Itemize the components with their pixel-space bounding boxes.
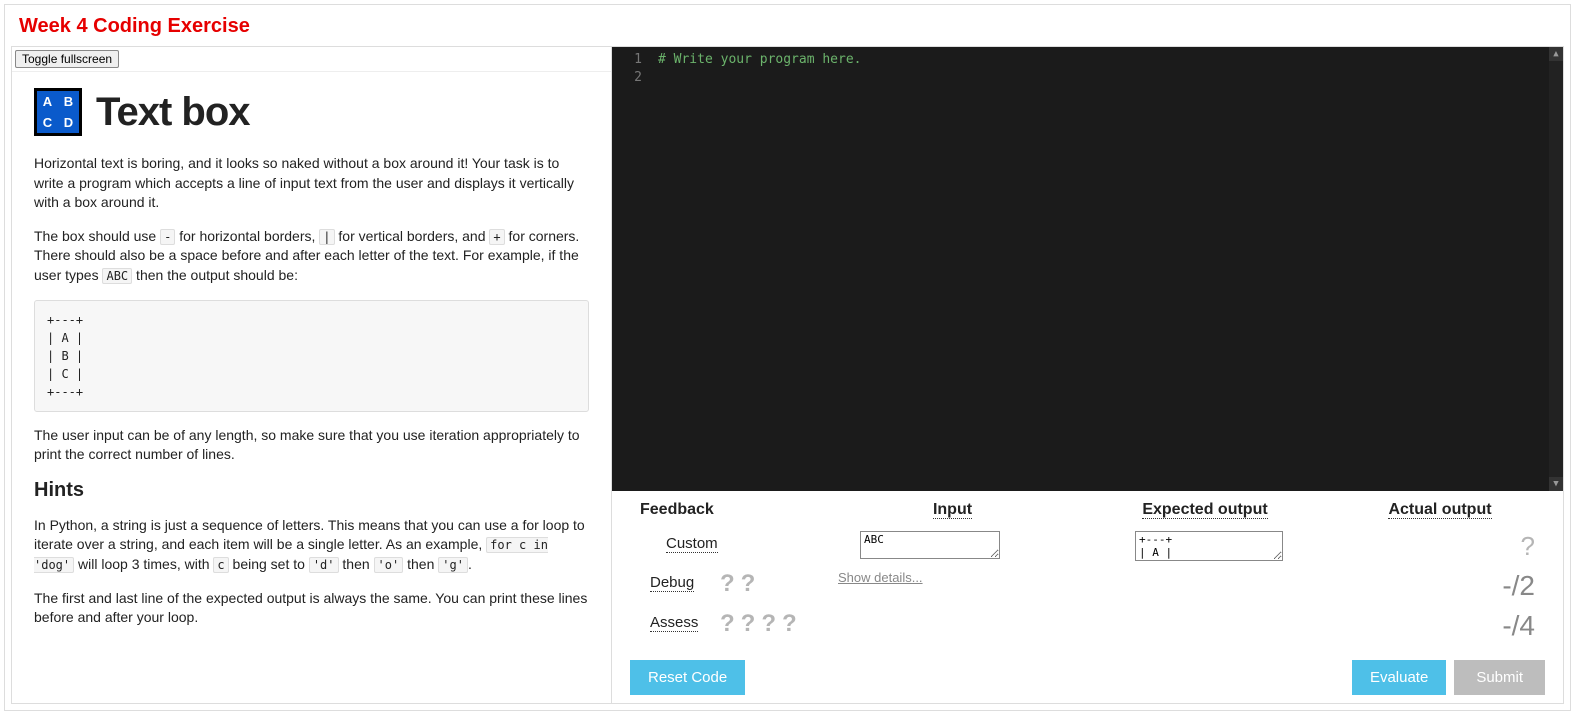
text: Custom <box>666 535 718 553</box>
code-comment: # Write your program here. <box>658 52 862 67</box>
text: being set to <box>229 556 309 572</box>
icon-letter: C <box>37 112 58 133</box>
left-pane: Toggle fullscreen A B C D Text box Horiz… <box>12 47 612 703</box>
line-number: 2 <box>612 69 642 87</box>
row-label-custom: Custom <box>630 531 720 552</box>
qmark-icon: ? <box>720 610 735 638</box>
prompt-body: Horizontal text is boring, and it looks … <box>34 154 589 628</box>
col-expected-heading: Expected output <box>1075 501 1335 519</box>
expected-cell <box>1075 531 1335 561</box>
prompt-p1: Horizontal text is boring, and it looks … <box>34 154 589 213</box>
toggle-fullscreen-button[interactable]: Toggle fullscreen <box>15 50 119 68</box>
right-pane: 1 2 # Write your program here. ▲ ▼ Feedb… <box>612 47 1563 703</box>
qmark-icon: ? <box>720 570 735 598</box>
hints-heading: Hints <box>34 479 589 502</box>
text: Input <box>933 501 972 519</box>
code-g: 'g' <box>438 557 468 573</box>
text: Actual output <box>1388 501 1491 519</box>
result-row-assess: Assess ? ? ? ? -/4 <box>630 606 1545 646</box>
reset-code-button[interactable]: Reset Code <box>630 660 745 695</box>
workspace: Toggle fullscreen A B C D Text box Horiz… <box>11 46 1564 704</box>
text: then the output should be: <box>132 267 298 283</box>
assess-score: -/4 <box>1502 610 1535 642</box>
prompt-p3: The user input can be of any length, so … <box>34 426 589 465</box>
code-area[interactable]: # Write your program here. <box>650 47 1563 491</box>
code-d: 'd' <box>309 557 339 573</box>
col-actual-heading: Actual output <box>1335 501 1545 519</box>
row-label-assess: Assess <box>630 610 720 631</box>
input-cell <box>830 531 1075 559</box>
prompt-p5: The first and last line of the expected … <box>34 589 589 628</box>
results-header: Feedback Input Expected output Actual ou… <box>630 495 1545 527</box>
code-editor[interactable]: 1 2 # Write your program here. ▲ ▼ <box>612 47 1563 491</box>
prompt-title: Text box <box>96 90 250 135</box>
icon-letter: B <box>58 91 79 112</box>
text: then <box>339 556 374 572</box>
line-number: 1 <box>612 51 642 69</box>
assess-marks: ? ? ? ? <box>720 610 860 638</box>
debug-marks: ? ? <box>720 570 830 598</box>
assess-score-cell: -/4 <box>1335 610 1545 642</box>
col-feedback-heading: Feedback <box>630 501 830 519</box>
scroll-down-icon[interactable]: ▼ <box>1549 477 1563 491</box>
qmark-icon: ? <box>782 610 797 638</box>
text: Assess <box>650 614 698 632</box>
result-row-custom: Custom ? <box>630 527 1545 566</box>
code-o: 'o' <box>374 557 404 573</box>
evaluate-button[interactable]: Evaluate <box>1352 660 1446 695</box>
example-output-block: +---+ | A | | B | | C | +---+ <box>34 300 589 412</box>
icon-letter: A <box>37 91 58 112</box>
text: for horizontal borders, <box>175 228 319 244</box>
debug-score-cell: -/2 <box>1335 570 1545 602</box>
prompt-scroll[interactable]: A B C D Text box Horizontal text is bori… <box>12 72 611 658</box>
actual-qmark: ? <box>1521 531 1535 562</box>
show-details-link[interactable]: Show details... <box>838 570 923 585</box>
result-row-debug: Debug ? ? Show details... -/2 <box>630 566 1545 606</box>
results-panel: Feedback Input Expected output Actual ou… <box>612 491 1563 703</box>
code-plus: + <box>489 229 504 245</box>
col-input-heading: Input <box>830 501 1075 519</box>
submit-button[interactable]: Submit <box>1454 660 1545 695</box>
left-toolbar: Toggle fullscreen <box>12 47 611 72</box>
custom-input-textarea[interactable] <box>860 531 1000 559</box>
text: Debug <box>650 574 694 592</box>
prompt-p2: The box should use - for horizontal bord… <box>34 227 589 286</box>
text: for vertical borders, and <box>335 228 490 244</box>
icon-letter: D <box>58 112 79 133</box>
qmark-icon: ? <box>741 610 756 638</box>
debug-details-cell: Show details... <box>830 570 1075 585</box>
text: Expected output <box>1142 501 1267 519</box>
text: The box should use <box>34 228 160 244</box>
text: will loop 3 times, with <box>74 556 213 572</box>
prompt-header: A B C D Text box <box>34 88 589 136</box>
text: . <box>468 556 472 572</box>
actual-cell: ? <box>1335 531 1545 562</box>
buttons-row: Reset Code Evaluate Submit <box>630 652 1545 703</box>
custom-expected-textarea[interactable] <box>1135 531 1283 561</box>
text: then <box>403 556 438 572</box>
scroll-up-icon[interactable]: ▲ <box>1549 47 1563 61</box>
code-pipe: | <box>319 229 334 245</box>
debug-score: -/2 <box>1502 570 1535 602</box>
page-title: Week 4 Coding Exercise <box>5 5 1570 46</box>
abcd-icon: A B C D <box>34 88 82 136</box>
editor-scrollbar[interactable]: ▲ ▼ <box>1549 47 1563 491</box>
code-abc: ABC <box>102 268 132 284</box>
app-frame: Week 4 Coding Exercise Toggle fullscreen… <box>4 4 1571 711</box>
line-number-gutter: 1 2 <box>612 47 650 491</box>
row-label-debug: Debug <box>630 570 720 591</box>
qmark-icon: ? <box>741 570 756 598</box>
qmark-icon: ? <box>761 610 776 638</box>
prompt-p4: In Python, a string is just a sequence o… <box>34 516 589 575</box>
code-c: c <box>213 557 228 573</box>
code-dash: - <box>160 229 175 245</box>
